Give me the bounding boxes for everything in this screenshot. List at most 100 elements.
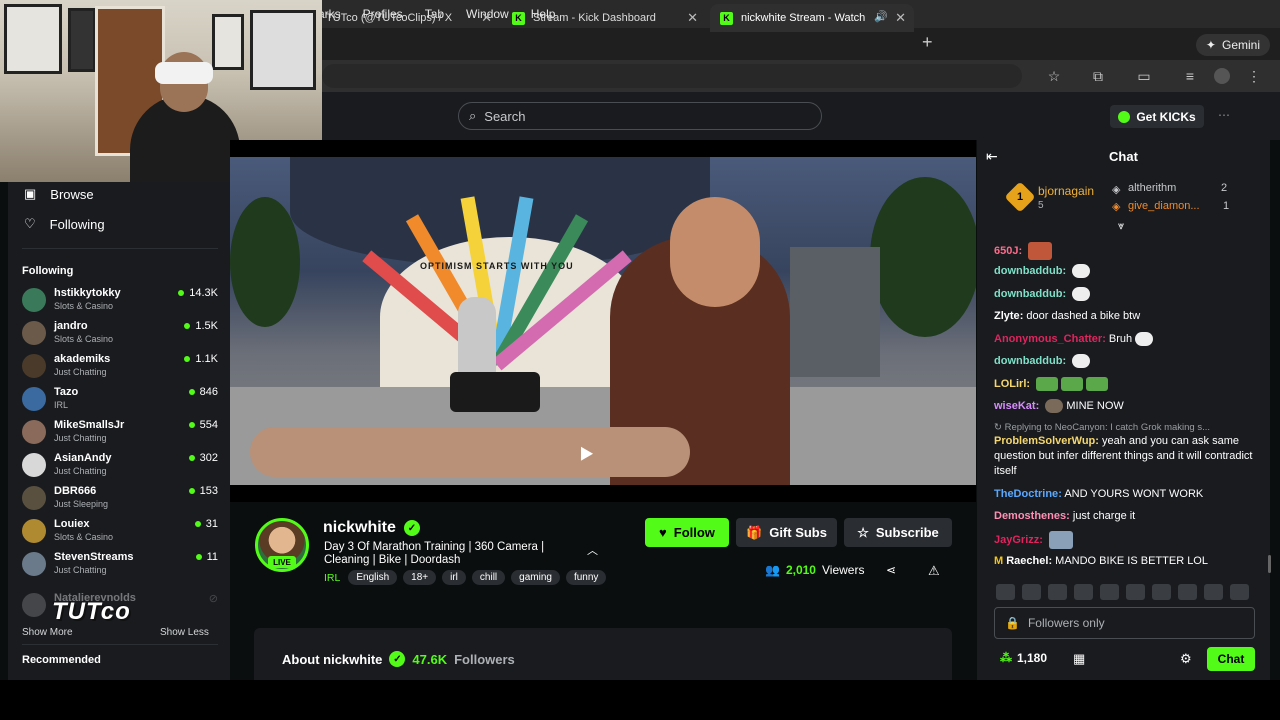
chat-username[interactable]: wiseKat [994,400,1036,412]
avatar [22,420,46,444]
chat-username[interactable]: downbaddub [994,288,1062,300]
following-channel[interactable]: akademiks Just Chatting 1.1K [22,351,218,384]
profile-avatar-icon[interactable] [1212,66,1232,86]
expand-leaderboard-icon[interactable]: ⩔ [1118,220,1124,233]
tag[interactable]: irl [442,570,466,585]
live-dot-icon [184,356,191,362]
emote-icon[interactable] [1100,584,1119,600]
chat-input-placeholder: Followers only [1027,616,1105,630]
emote-icon[interactable] [1074,584,1093,600]
following-channel[interactable]: Louiex Slots & Casino 31 [22,516,218,549]
chat-username[interactable]: JayGrizz [994,534,1039,546]
store-icon[interactable]: ▦ [1073,651,1085,667]
get-kicks-button[interactable]: Get KICKs [1110,105,1204,128]
emote-icon[interactable] [1178,584,1197,600]
chat-username[interactable]: Raechel [1006,555,1048,567]
extensions-icon[interactable]: ⧉ [1088,66,1108,86]
leader-2-name[interactable]: altherithm [1128,182,1176,194]
gift-subs-button[interactable]: 🎁 Gift Subs [736,518,837,547]
emote-icon[interactable] [1048,584,1067,600]
following-channel[interactable]: DBR666 Just Sleeping 153 [22,483,218,516]
send-chat-button[interactable]: Chat [1207,647,1255,671]
emote-icon[interactable] [1022,584,1041,600]
tab-nickwhite-stream[interactable]: K nickwhite Stream - Watch 🔊 ✕ [710,4,914,32]
chat-message: downbaddub: [994,264,1254,279]
following-channel[interactable]: AsianAndy Just Chatting 302 [22,450,218,483]
chat-text: door dashed a bike btw [1026,310,1141,322]
more-icon[interactable]: ⋯ [1218,108,1230,122]
viewer-count: 846 [188,386,218,398]
mural-text: OPTIMISM STARTS WITH YOU [420,261,574,271]
address-bar[interactable] [322,64,1022,88]
follow-label: Follow [673,525,715,540]
following-channel[interactable]: StevenStreams Just Chatting 11 [22,549,218,582]
chat-message: downbaddub: [994,354,1254,369]
tag[interactable]: gaming [511,570,560,585]
streamer-name[interactable]: nickwhite ✓ [323,519,420,537]
following-channel[interactable]: jandro Slots & Casino 1.5K [22,318,218,351]
cast-icon[interactable]: ▭ [1134,66,1154,86]
chevron-up-icon[interactable]: ︿ [587,542,598,558]
viewer-count: 302 [188,452,218,464]
search-input[interactable]: ⌕ Search [458,102,822,130]
chat-input[interactable]: 🔒 Followers only [994,607,1255,639]
close-icon[interactable]: ✕ [895,10,906,26]
gemini-button[interactable]: ✦ Gemini [1195,34,1270,56]
tag[interactable]: funny [565,570,607,585]
kicks-balance[interactable]: ⁂ 1,180 [1000,651,1047,665]
settings-gear-icon[interactable]: ⚙ [1180,651,1192,667]
new-tab-button[interactable]: + [922,32,933,53]
following-channel[interactable]: hstikkytokky Slots & Casino 14.3K [22,285,218,318]
leader-1-name[interactable]: bjornagain [1038,184,1094,198]
tree [230,197,300,327]
tab-kick-dashboard[interactable]: K Stream - Kick Dashboard ✕ [502,4,706,32]
browser-menu-icon[interactable]: ⋮ [1244,66,1264,86]
following-channel[interactable]: Tazo IRL 846 [22,384,218,417]
viewer-count-text: 554 [199,419,218,431]
sidebar-item-following[interactable]: ♡ Following [24,216,105,232]
tag[interactable]: English [348,570,398,585]
close-icon[interactable]: ✕ [481,10,492,26]
channel-category: Just Sleeping [54,499,109,509]
subscribe-button[interactable]: ☆ Subscribe [844,518,952,547]
tag[interactable]: chill [471,570,506,585]
category-link[interactable]: IRL [324,572,340,584]
tag[interactable]: 18+ [403,570,437,585]
chat-message: Anonymous_Chatter: Bruh [994,332,1254,347]
sidebar-item-browse[interactable]: ▣ Browse [24,186,94,202]
close-icon[interactable]: ✕ [687,10,698,26]
audio-playing-icon[interactable]: 🔊 [874,10,888,23]
chat-scrollbar[interactable] [1268,555,1271,573]
live-badge: LIVE [268,556,296,568]
chat-username[interactable]: LOLirl [994,378,1026,390]
emote-icon[interactable] [1152,584,1171,600]
chat-username[interactable]: Demosthenes [994,510,1066,522]
emote-icon[interactable] [1126,584,1145,600]
tab-twitter[interactable]: TUTco (@TUTcoClips) / X ✕ [316,4,500,32]
show-less-button[interactable]: Show Less [160,627,209,638]
report-icon[interactable]: ⚠ [928,563,940,579]
emote-icon[interactable] [1230,584,1249,600]
video-player[interactable]: OPTIMISM STARTS WITH YOU [230,140,976,502]
emote-icon[interactable] [1204,584,1223,600]
follow-button[interactable]: ♥ Follow [645,518,729,547]
emote-icon[interactable] [996,584,1015,600]
media-controls-icon[interactable]: ≡ [1180,66,1200,86]
avatar [22,288,46,312]
chat-username[interactable]: Zlyte [994,310,1020,322]
leader-3-count: 1 [1223,200,1230,212]
viewer-count: 1.5K [184,320,218,332]
chat-username[interactable]: Anonymous_Chatter [994,333,1102,345]
show-more-button[interactable]: Show More [22,627,73,638]
bookmark-star-icon[interactable]: ☆ [1044,66,1064,86]
following-channel[interactable]: MikeSmallsJr Just Chatting 554 [22,417,218,450]
tab-title: Stream - Kick Dashboard [533,12,656,24]
chat-username[interactable]: TheDoctrine [994,488,1058,500]
chat-username[interactable]: ProblemSolverWup [994,435,1095,447]
share-icon[interactable]: ⋖ [886,563,896,577]
wall-art [4,4,62,74]
leader-3-name[interactable]: give_diamon... [1128,200,1200,212]
chat-username[interactable]: downbaddub [994,355,1062,367]
chat-username[interactable]: 650J [994,245,1018,257]
chat-username[interactable]: downbaddub [994,265,1062,277]
